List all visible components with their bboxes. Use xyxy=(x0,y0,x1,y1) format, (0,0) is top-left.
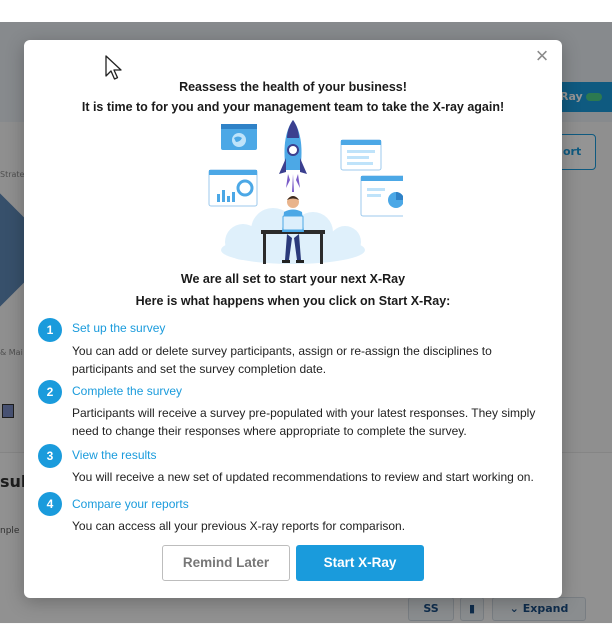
step-number-badge: 4 xyxy=(38,492,62,516)
pie-window xyxy=(360,175,403,217)
rocket-launch-illustration xyxy=(208,120,403,264)
mouse-cursor-icon xyxy=(105,55,122,80)
step-title: Set up the survey xyxy=(72,321,166,335)
close-icon[interactable]: × xyxy=(532,45,552,67)
headline-line-1: Reassess the health of your business! xyxy=(179,80,407,94)
reassess-modal: × Reassess the health of your business! … xyxy=(24,40,562,598)
step-number-badge: 2 xyxy=(38,380,62,404)
intro-line-2: Here is what happens when you click on S… xyxy=(135,294,451,308)
remind-later-button[interactable]: Remind Later xyxy=(162,545,290,581)
start-xray-button[interactable]: Start X-Ray xyxy=(296,545,424,581)
intro-line-1: We are all set to start your next X-Ray xyxy=(180,272,406,286)
step-number-badge: 1 xyxy=(38,318,62,342)
chart-window xyxy=(208,169,258,207)
step-description: Participants will receive a survey pre-p… xyxy=(72,406,536,438)
step-title: Compare your reports xyxy=(72,497,189,511)
step-number-badge: 3 xyxy=(38,444,62,468)
step-description: You will receive a new set of updated re… xyxy=(72,470,534,484)
step-title: View the results xyxy=(72,448,157,462)
rocket-shape xyxy=(279,120,307,192)
headline-line-2: It is time to for you and your managemen… xyxy=(81,100,505,114)
globe-window xyxy=(221,124,257,150)
step-description: You can access all your previous X-ray r… xyxy=(72,519,406,533)
step-title: Complete the survey xyxy=(72,384,183,398)
step-description: You can add or delete survey participant… xyxy=(72,344,492,376)
list-window xyxy=(340,139,382,171)
